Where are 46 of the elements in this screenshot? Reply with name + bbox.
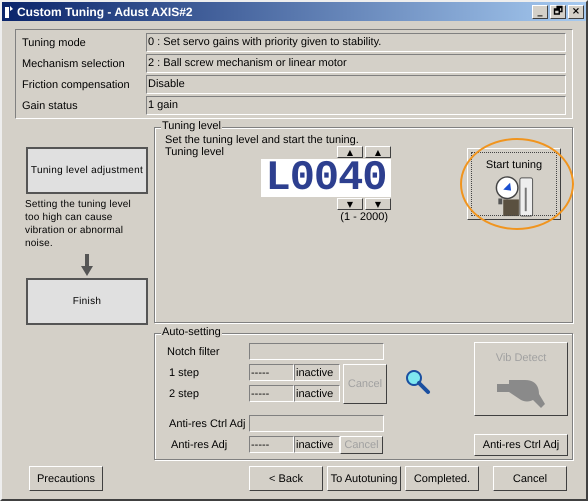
close-button[interactable]: × (568, 4, 584, 18)
dialog-button[interactable]: < Back (249, 466, 323, 491)
down-arrow-icon (81, 254, 93, 276)
step-label: 2 step (168, 388, 200, 400)
dialog-button[interactable]: Completed. (405, 466, 479, 491)
decrement-button[interactable]: ▼ (337, 198, 363, 210)
window-title: Custom Tuning - Adust AXIS#2 (17, 4, 194, 18)
field-label: Notch filter (167, 346, 221, 358)
step-note: Setting the tuning level too high can cause vibration or abnormal noise. (25, 198, 132, 250)
dialog-button[interactable]: To Autotuning (327, 466, 401, 491)
maximize-button[interactable]: 🗗 (550, 4, 566, 18)
setting-value: 0 : Set servo gains with priority given to stability. (146, 33, 566, 52)
dialog-button[interactable]: Cancel (493, 466, 567, 491)
setting-label: Friction compensation (22, 78, 131, 90)
decrement-button[interactable]: ▼ (365, 198, 391, 210)
anti-res-ctrl-adj-button[interactable]: Anti-res Ctrl Adj (474, 434, 568, 456)
step-box: Finish (26, 278, 148, 325)
search-icon (405, 369, 431, 395)
increment-button[interactable]: ▲ (365, 146, 391, 158)
minimize-button[interactable]: _ (532, 4, 548, 18)
step-box: Tuning level adjustment (26, 147, 148, 194)
group-title: Auto-setting (161, 326, 222, 338)
field-label: Anti-res Adj (170, 438, 228, 450)
value-field: ----- (249, 364, 294, 381)
dialog-button[interactable]: Precautions (29, 466, 103, 491)
status-field: inactive (294, 364, 340, 381)
setting-label: Mechanism selection (22, 58, 126, 70)
range-label: (1 - 2000) (340, 211, 388, 223)
status-field: inactive (294, 385, 340, 402)
group-title: Tuning level (161, 120, 222, 132)
field-label: Anti-res Ctrl Adj (168, 418, 246, 430)
step-label: 1 step (168, 366, 200, 378)
setting-label: Tuning mode (22, 36, 87, 48)
value-field: ----- (249, 385, 294, 402)
setting-value: 2 : Ball screw mechanism or linear motor (146, 54, 566, 73)
instruction-text: Set the tuning level and start the tuning. (165, 134, 360, 146)
increment-button[interactable]: ▲ (337, 146, 363, 158)
field-label: Tuning level (165, 146, 224, 158)
value-field: ----- (249, 436, 294, 453)
setting-label: Gain status (22, 100, 79, 112)
level-display: L0040 (261, 159, 391, 197)
setting-value: Disable (146, 75, 566, 94)
setting-value: 1 gain (146, 96, 566, 115)
app-icon (4, 4, 14, 18)
status-field: inactive (294, 436, 340, 453)
start-tuning-button[interactable]: Start tuning (467, 148, 561, 220)
